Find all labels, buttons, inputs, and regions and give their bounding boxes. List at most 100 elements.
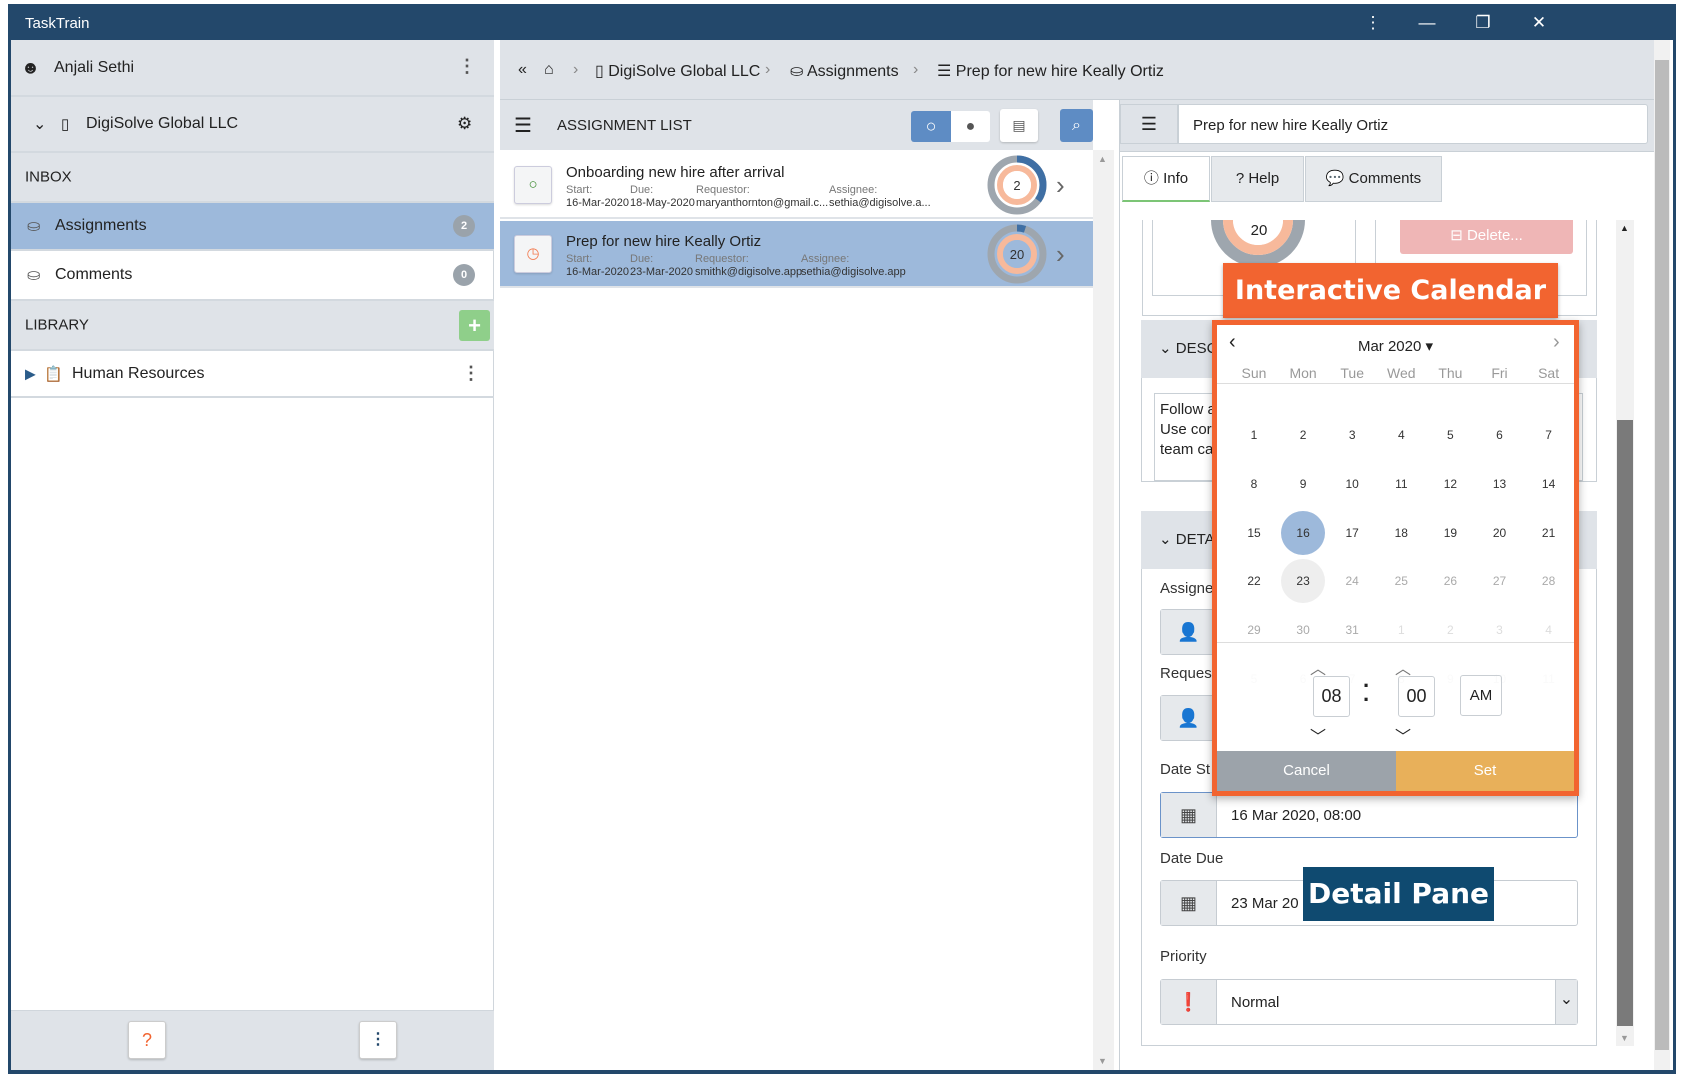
breadcrumb-label: Prep for new hire Keally Ortiz (955, 63, 1164, 80)
calendar-day[interactable]: 27 (1478, 559, 1522, 603)
calendar-day[interactable]: 6 (1478, 413, 1522, 457)
calendar-day[interactable]: 1 (1232, 413, 1276, 457)
calendar-day[interactable]: 3 (1330, 413, 1374, 457)
progress-donut: 2 (987, 155, 1047, 215)
priority-value: Normal (1231, 994, 1280, 1011)
weekday-label: Tue (1340, 365, 1364, 381)
calendar-day[interactable]: 11 (1379, 462, 1423, 506)
minute-down-icon[interactable]: ﹀ (1395, 723, 1411, 747)
breadcrumb: « ⌂ › ▯ DigiSolve Global LLC › ⛀ Assignm… (500, 40, 1670, 100)
breadcrumb-org[interactable]: ▯ DigiSolve Global LLC (595, 61, 760, 81)
close-button[interactable]: ✕ (1524, 10, 1554, 36)
month-selector[interactable]: Mar 2020 ▾ (1217, 337, 1574, 355)
assignee-email: sethia@digisolve.app (801, 266, 906, 278)
calendar-day[interactable]: 22 (1232, 559, 1276, 603)
org-row[interactable]: ⌄ ▯ DigiSolve Global LLC ⚙ (11, 97, 494, 153)
calendar-day[interactable]: 18 (1379, 511, 1423, 555)
calendar-day[interactable]: 5 (1428, 413, 1472, 457)
assignment-title: Onboarding new hire after arrival (566, 164, 785, 181)
user-row[interactable]: ☻ Anjali Sethi ⋮ (11, 40, 494, 97)
user-menu-icon[interactable]: ⋮ (458, 56, 476, 77)
date-start-field[interactable]: ▦ 16 Mar 2020, 08:00 (1160, 792, 1578, 838)
chevron-right-icon: › (913, 61, 919, 78)
calendar-day[interactable]: 13 (1478, 462, 1522, 506)
calendar-day[interactable]: 25 (1379, 559, 1423, 603)
calendar-day[interactable]: 8 (1232, 462, 1276, 506)
hour-down-icon[interactable]: ﹀ (1310, 723, 1326, 747)
list-item-selected[interactable]: ◷ Prep for new hire Keally Ortiz Start: … (500, 221, 1093, 288)
more-button[interactable]: ⋮ (359, 1021, 397, 1059)
calendar-day[interactable]: 23 (1281, 559, 1326, 604)
calendar-day[interactable]: 4 (1379, 413, 1423, 457)
sidebar-item-comments[interactable]: ⛀ Comments 0 (11, 251, 494, 301)
tab-help[interactable]: ? Help (1211, 156, 1304, 202)
window-scrollbar[interactable] (1654, 40, 1670, 1070)
calendar-day-selected[interactable]: 16 (1281, 510, 1326, 555)
inbox-header: INBOX (11, 153, 494, 203)
calendar-day[interactable]: 26 (1428, 559, 1472, 603)
delete-button[interactable]: ⊟ Delete... (1400, 220, 1573, 254)
delete-label: Delete... (1466, 227, 1523, 244)
calendar-day[interactable]: 19 (1428, 511, 1472, 555)
next-month-icon[interactable]: › (1553, 331, 1560, 354)
assignment-title: Prep for new hire Keally Ortiz (566, 233, 762, 250)
weekday-label: Mon (1289, 365, 1317, 381)
set-button[interactable]: Set (1396, 751, 1574, 791)
calendar-day[interactable]: 21 (1527, 511, 1571, 555)
help-button[interactable]: ? (128, 1021, 166, 1059)
calendar-day[interactable]: 10 (1330, 462, 1374, 506)
cancel-button[interactable]: Cancel (1217, 751, 1396, 791)
org-name: DigiSolve Global LLC (86, 115, 239, 132)
detail-inner-scrollbar[interactable]: ▲ ▼ (1616, 220, 1634, 1046)
filter-completed-toggle[interactable]: ● (951, 111, 990, 142)
caret-right-icon[interactable]: ▶ (25, 365, 36, 382)
minute-input[interactable]: 00 (1398, 676, 1435, 717)
calendar-day[interactable]: 15 (1232, 511, 1276, 555)
maximize-button[interactable]: ❐ (1468, 10, 1498, 36)
home-icon[interactable]: ⌂ (544, 61, 554, 79)
tab-label: Info (1163, 170, 1189, 187)
requestor-label: Requestor: (695, 253, 749, 265)
chevron-down-icon[interactable]: ⌄ (33, 114, 46, 134)
calendar-day[interactable]: 14 (1527, 462, 1571, 506)
tab-info[interactable]: ⓘ Info (1122, 156, 1210, 202)
calendar-day[interactable]: 28 (1527, 559, 1571, 603)
minimize-button[interactable]: — (1412, 10, 1442, 36)
archive-button[interactable]: ▤ (1000, 109, 1038, 142)
folder-book-icon: 📋 (44, 365, 63, 383)
detail-title-input[interactable]: Prep for new hire Keally Ortiz (1178, 104, 1648, 144)
calendar-day[interactable]: 17 (1330, 511, 1374, 555)
breadcrumb-label: Assignments (806, 63, 899, 80)
breadcrumb-assignments[interactable]: ⛀ Assignments (790, 61, 899, 81)
tab-comments[interactable]: 💬 Comments (1305, 156, 1442, 202)
library-item-human-resources[interactable]: ▶ 📋 Human Resources ⋮ (11, 351, 494, 398)
chevron-right-icon[interactable]: › (1056, 170, 1065, 201)
filter-active-toggle[interactable]: ○ (911, 111, 951, 142)
sidebar-item-assignments[interactable]: ⛀ Assignments 2 (11, 203, 494, 251)
chevron-right-icon[interactable]: › (1056, 239, 1065, 270)
search-button[interactable]: ⌕ (1060, 109, 1093, 142)
ampm-toggle[interactable]: AM (1460, 675, 1502, 716)
count-badge: 2 (453, 215, 475, 237)
breadcrumb-current[interactable]: ☰ Prep for new hire Keally Ortiz (937, 61, 1164, 81)
calendar-day[interactable]: 20 (1478, 511, 1522, 555)
list-scrollbar[interactable]: ▲ ▼ (1093, 150, 1114, 1070)
chevron-down-icon[interactable]: ⌄ (1555, 980, 1577, 1024)
gear-icon[interactable]: ⚙ (457, 114, 472, 134)
calendar-day[interactable]: 2 (1281, 413, 1325, 457)
library-label: LIBRARY (25, 316, 89, 334)
tab-label: Help (1248, 170, 1280, 187)
priority-select[interactable]: ❗ Normal ⌄ (1160, 979, 1578, 1025)
calendar-day[interactable]: 9 (1281, 462, 1325, 506)
library-item-menu-icon[interactable]: ⋮ (462, 363, 480, 384)
section-title: DETA (1175, 531, 1215, 548)
list-item[interactable]: ○ Onboarding new hire after arrival Star… (500, 152, 1093, 219)
add-library-button[interactable]: + (459, 310, 490, 341)
calendar-day[interactable]: 24 (1330, 559, 1374, 603)
collapse-sidebar-icon[interactable]: « (518, 61, 527, 79)
detail-menu-icon[interactable]: ☰ (1120, 104, 1178, 144)
hour-input[interactable]: 08 (1313, 676, 1350, 717)
window-menu-button[interactable]: ⋮ (1358, 10, 1388, 36)
calendar-day[interactable]: 7 (1527, 413, 1571, 457)
calendar-day[interactable]: 12 (1428, 462, 1472, 506)
